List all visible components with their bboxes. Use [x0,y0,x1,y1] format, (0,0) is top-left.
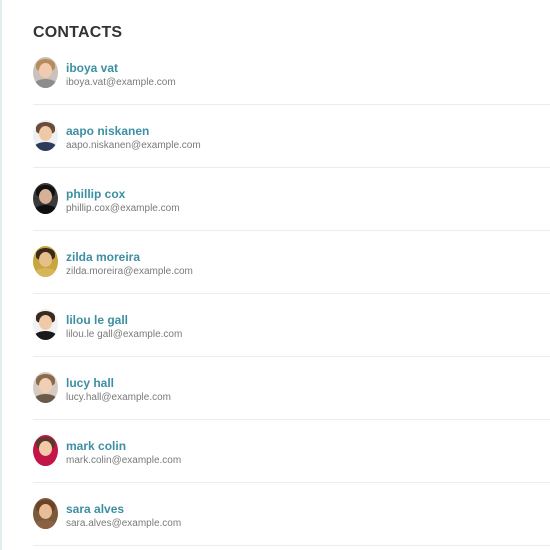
list-item[interactable]: sara alves sara.alves@example.com [33,483,550,546]
contact-name[interactable]: aapo niskanen [66,124,149,138]
contact-name[interactable]: zilda moreira [66,250,140,264]
person-avatar-icon [33,183,58,214]
avatar[interactable] [33,57,58,88]
contact-name[interactable]: lucy hall [66,376,114,390]
avatar[interactable] [33,372,58,403]
person-avatar-icon [33,498,58,529]
contact-email: lilou.le gall@example.com [66,329,183,340]
contact-name[interactable]: iboya vat [66,61,118,75]
avatar[interactable] [33,120,58,151]
list-item[interactable]: phillip cox phillip.cox@example.com [33,168,550,231]
contacts-panel: CONTACTS iboya vat iboya.vat@example.com a… [33,0,550,550]
page-title: CONTACTS [33,24,123,41]
contacts-list: iboya vat iboya.vat@example.com aapo niska… [33,42,550,546]
list-item[interactable]: aapo niskanen aapo.niskanen@example.com [33,105,550,168]
contact-email: zilda.moreira@example.com [66,266,193,277]
avatar[interactable] [33,246,58,277]
list-item[interactable]: lilou le gall lilou.le gall@example.com [33,294,550,357]
contact-email: aapo.niskanen@example.com [66,140,201,151]
avatar[interactable] [33,498,58,529]
list-item[interactable]: zilda moreira zilda.moreira@example.com [33,231,550,294]
contact-name[interactable]: lilou le gall [66,313,128,327]
list-item[interactable]: lucy hall lucy.hall@example.com [33,357,550,420]
contact-email: phillip.cox@example.com [66,203,180,214]
avatar[interactable] [33,183,58,214]
contact-name[interactable]: phillip cox [66,187,125,201]
person-avatar-icon [33,246,58,277]
left-border [0,0,2,550]
avatar[interactable] [33,435,58,466]
person-avatar-icon [33,120,58,151]
person-avatar-icon [33,57,58,88]
person-avatar-icon [33,435,58,466]
contact-name[interactable]: sara alves [66,502,124,516]
contact-email: iboya.vat@example.com [66,77,176,88]
contact-email: sara.alves@example.com [66,518,182,529]
contact-email: mark.colin@example.com [66,455,182,466]
contact-name[interactable]: mark colin [66,439,126,453]
list-item[interactable]: mark colin mark.colin@example.com [33,420,550,483]
person-avatar-icon [33,309,58,340]
contact-email: lucy.hall@example.com [66,392,172,403]
person-avatar-icon [33,372,58,403]
avatar[interactable] [33,309,58,340]
list-item[interactable]: iboya vat iboya.vat@example.com [33,42,550,105]
